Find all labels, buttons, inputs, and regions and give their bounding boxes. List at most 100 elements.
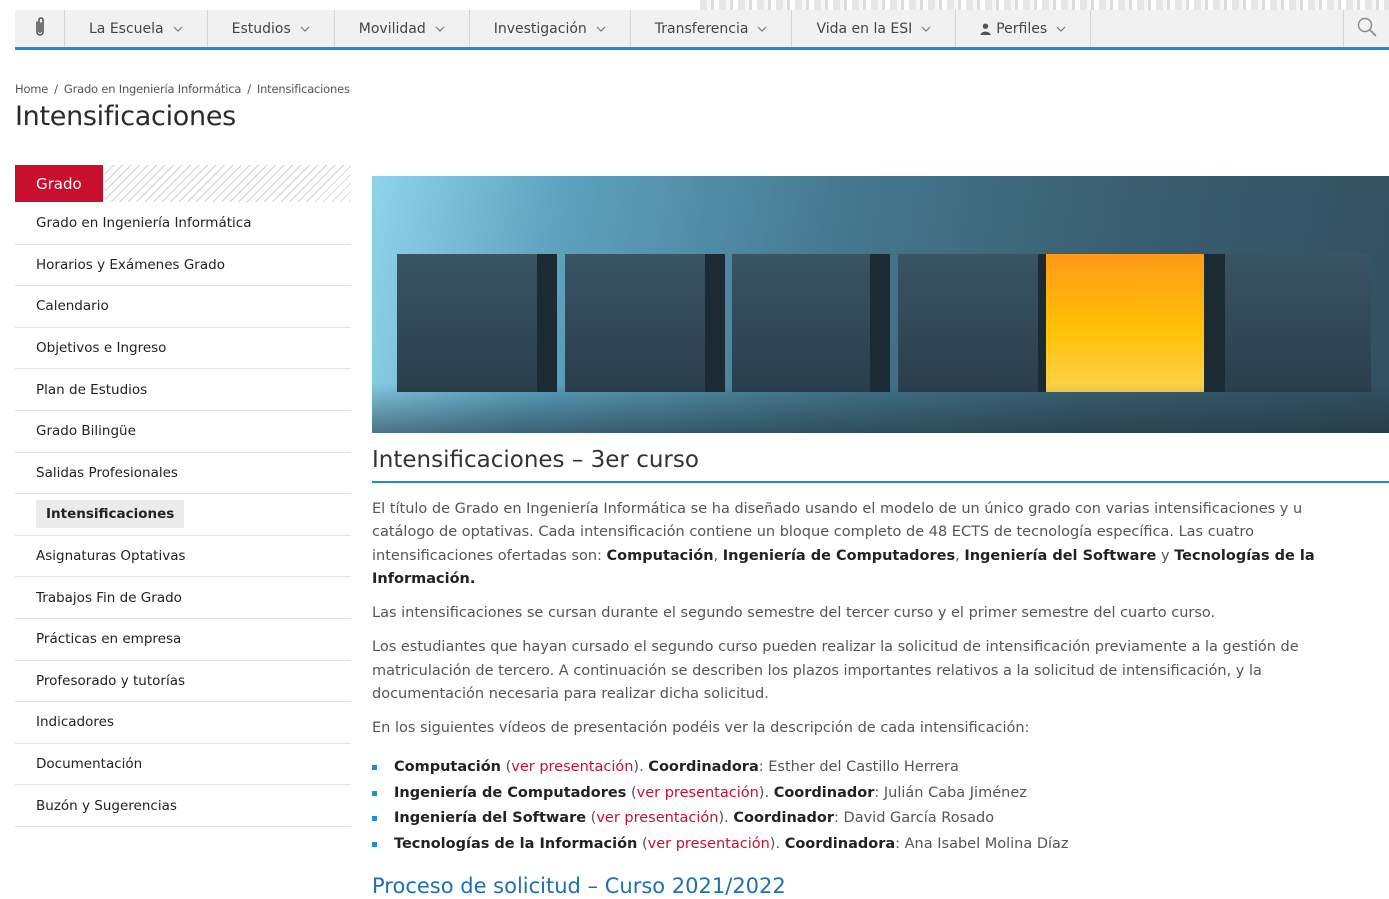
nav-label: Perfiles <box>996 20 1048 37</box>
ver-presentacion-link[interactable]: ver presentación <box>596 810 718 826</box>
sidebar-item-trabajos-fin-grado[interactable]: Trabajos Fin de Grado <box>15 577 351 619</box>
chevron-down-icon <box>173 26 183 32</box>
sidebar-header: Grado <box>15 165 351 203</box>
sidebar-item-label: Plan de Estudios <box>36 381 148 398</box>
text-punct: ). <box>758 784 774 801</box>
nav-label: Vida en la ESI <box>816 20 913 37</box>
coordinator-name: Ana Isabel Molina Díaz <box>904 835 1069 852</box>
intensification-name: Tecnologías de la Información <box>394 835 638 852</box>
nav-movilidad[interactable]: Movilidad <box>335 10 470 47</box>
coordinator-role: Coordinador <box>773 784 875 801</box>
ver-presentacion-link[interactable]: ver presentación <box>648 836 770 852</box>
breadcrumb-grado-link[interactable]: Grado en Ingeniería Informática <box>64 82 242 96</box>
sidebar-item-label: Grado en Ingeniería Informática <box>36 215 252 232</box>
sidebar-item-indicadores[interactable]: Indicadores <box>15 702 351 744</box>
nav-label: La Escuela <box>89 20 164 37</box>
sidebar-item-salidas-profesionales[interactable]: Salidas Profesionales <box>15 453 351 495</box>
intensification-name: Computación <box>394 759 501 776</box>
text-punct: : <box>874 784 884 801</box>
nav-vida-en-la-esi[interactable]: Vida en la ESI <box>792 10 957 47</box>
hero-cube <box>732 254 890 392</box>
bold-computacion: Computación <box>606 547 714 564</box>
sidebar-item-intensificaciones[interactable]: Intensificaciones <box>15 494 351 536</box>
sidebar-item-asignaturas-optativas[interactable]: Asignaturas Optativas <box>15 536 351 578</box>
hero-cube <box>1205 254 1371 392</box>
ver-presentacion-link[interactable]: ver presentación <box>637 785 759 801</box>
text-punct: ( <box>626 784 637 801</box>
text-punct: , <box>955 547 965 564</box>
coordinator-name: David García Rosado <box>843 810 995 827</box>
text-punct: : <box>834 810 844 827</box>
text-punct: , <box>713 547 723 564</box>
search-button[interactable] <box>1343 10 1389 47</box>
breadcrumb-separator: / <box>247 82 251 96</box>
coordinator-name: Esther del Castillo Herrera <box>768 759 959 776</box>
nav-label: Investigación <box>493 20 587 37</box>
sidebar-item-calendario[interactable]: Calendario <box>15 286 351 328</box>
hero-cube <box>565 254 725 392</box>
nav-label: Transferencia <box>654 20 749 37</box>
text-punct: ). <box>769 835 785 852</box>
nav-perfiles[interactable]: Perfiles <box>956 10 1092 47</box>
sidebar-item-practicas-empresa[interactable]: Prácticas en empresa <box>15 619 351 661</box>
sidebar-item-label: Buzón y Sugerencias <box>36 797 177 814</box>
page-title: Intensificaciones <box>15 101 236 132</box>
nav-transferencia[interactable]: Transferencia <box>631 10 793 47</box>
sidebar-item-label: Documentación <box>36 756 143 773</box>
text-line: catálogo de optativas. Cada intensificac… <box>372 524 1254 541</box>
ver-presentacion-link[interactable]: ver presentación <box>511 759 633 775</box>
hero-floor <box>372 383 1389 433</box>
sidebar-item-label: Grado Bilingüe <box>36 423 136 440</box>
text-line: Los estudiantes que hayan cursado el seg… <box>372 639 1299 656</box>
chevron-down-icon <box>435 26 445 32</box>
breadcrumb-separator: / <box>54 82 58 96</box>
sidebar-item-buzon-sugerencias[interactable]: Buzón y Sugerencias <box>15 785 351 827</box>
sidebar-item-label: Trabajos Fin de Grado <box>36 589 182 606</box>
section-title: Intensificaciones – 3er curso <box>372 447 1389 483</box>
sidebar-item-horarios-examenes[interactable]: Horarios y Exámenes Grado <box>15 245 351 287</box>
list-item: Ingeniería del Software (ver presentació… <box>372 807 1389 833</box>
hero-image <box>372 176 1389 433</box>
chevron-down-icon <box>1056 26 1066 32</box>
sidebar-item-objetivos-ingreso[interactable]: Objetivos e Ingreso <box>15 328 351 370</box>
bold-tecnologias: Tecnologías de la <box>1174 547 1315 564</box>
sidebar-item-grado-bilingue[interactable]: Grado Bilingüe <box>15 411 351 453</box>
bold-informacion: Información. <box>372 571 476 588</box>
hero-cube <box>898 254 1058 392</box>
nav-la-escuela[interactable]: La Escuela <box>65 10 208 47</box>
hero-cube <box>397 254 557 392</box>
list-item: Computación (ver presentación). Coordina… <box>372 756 1389 782</box>
coordinator-role: Coordinadora <box>648 759 759 776</box>
text-line: El título de Grado en Ingeniería Informá… <box>372 501 1303 517</box>
main-content: El título de Grado en Ingeniería Informá… <box>372 498 1389 858</box>
paperclip-icon <box>33 16 47 42</box>
coordinator-role: Coordinador <box>733 810 835 827</box>
sidebar-item-label: Objetivos e Ingreso <box>36 340 167 357</box>
home-logo-link[interactable] <box>15 10 65 47</box>
sidebar-item-grado-ingenieria-informatica[interactable]: Grado en Ingeniería Informática <box>15 203 351 245</box>
sidebar-item-label: Indicadores <box>36 714 114 731</box>
coordinator-name: Julián Caba Jiménez <box>883 784 1027 801</box>
sidebar-heading-pattern <box>105 165 351 202</box>
text-punct: ( <box>637 835 648 852</box>
list-item: Ingeniería de Computadores (ver presenta… <box>372 782 1389 808</box>
sidebar-item-label: Salidas Profesionales <box>36 464 178 481</box>
sidebar-item-profesorado-tutorias[interactable]: Profesorado y tutorías <box>15 661 351 703</box>
sidebar-item-label: Intensificaciones <box>36 500 185 529</box>
chevron-down-icon <box>300 26 310 32</box>
nav-estudios[interactable]: Estudios <box>208 10 335 47</box>
breadcrumb-home-link[interactable]: Home <box>15 82 48 96</box>
nav-label: Estudios <box>231 20 291 37</box>
header-decoration <box>700 0 1389 10</box>
person-icon <box>980 23 991 35</box>
sidebar-item-documentacion[interactable]: Documentación <box>15 744 351 786</box>
chevron-down-icon <box>596 26 606 32</box>
text-line: matriculación de tercero. A continuación… <box>372 662 1262 679</box>
sidebar-item-plan-estudios[interactable]: Plan de Estudios <box>15 369 351 411</box>
nav-investigacion[interactable]: Investigación <box>470 10 631 47</box>
sidebar-menu: Grado en Ingeniería Informática Horarios… <box>15 203 351 827</box>
main-navigation: La Escuela Estudios Movilidad Investigac… <box>15 10 1389 50</box>
intensification-list: Computación (ver presentación). Coordina… <box>372 756 1389 858</box>
nav-label: Movilidad <box>358 20 426 37</box>
chevron-down-icon <box>757 26 767 32</box>
